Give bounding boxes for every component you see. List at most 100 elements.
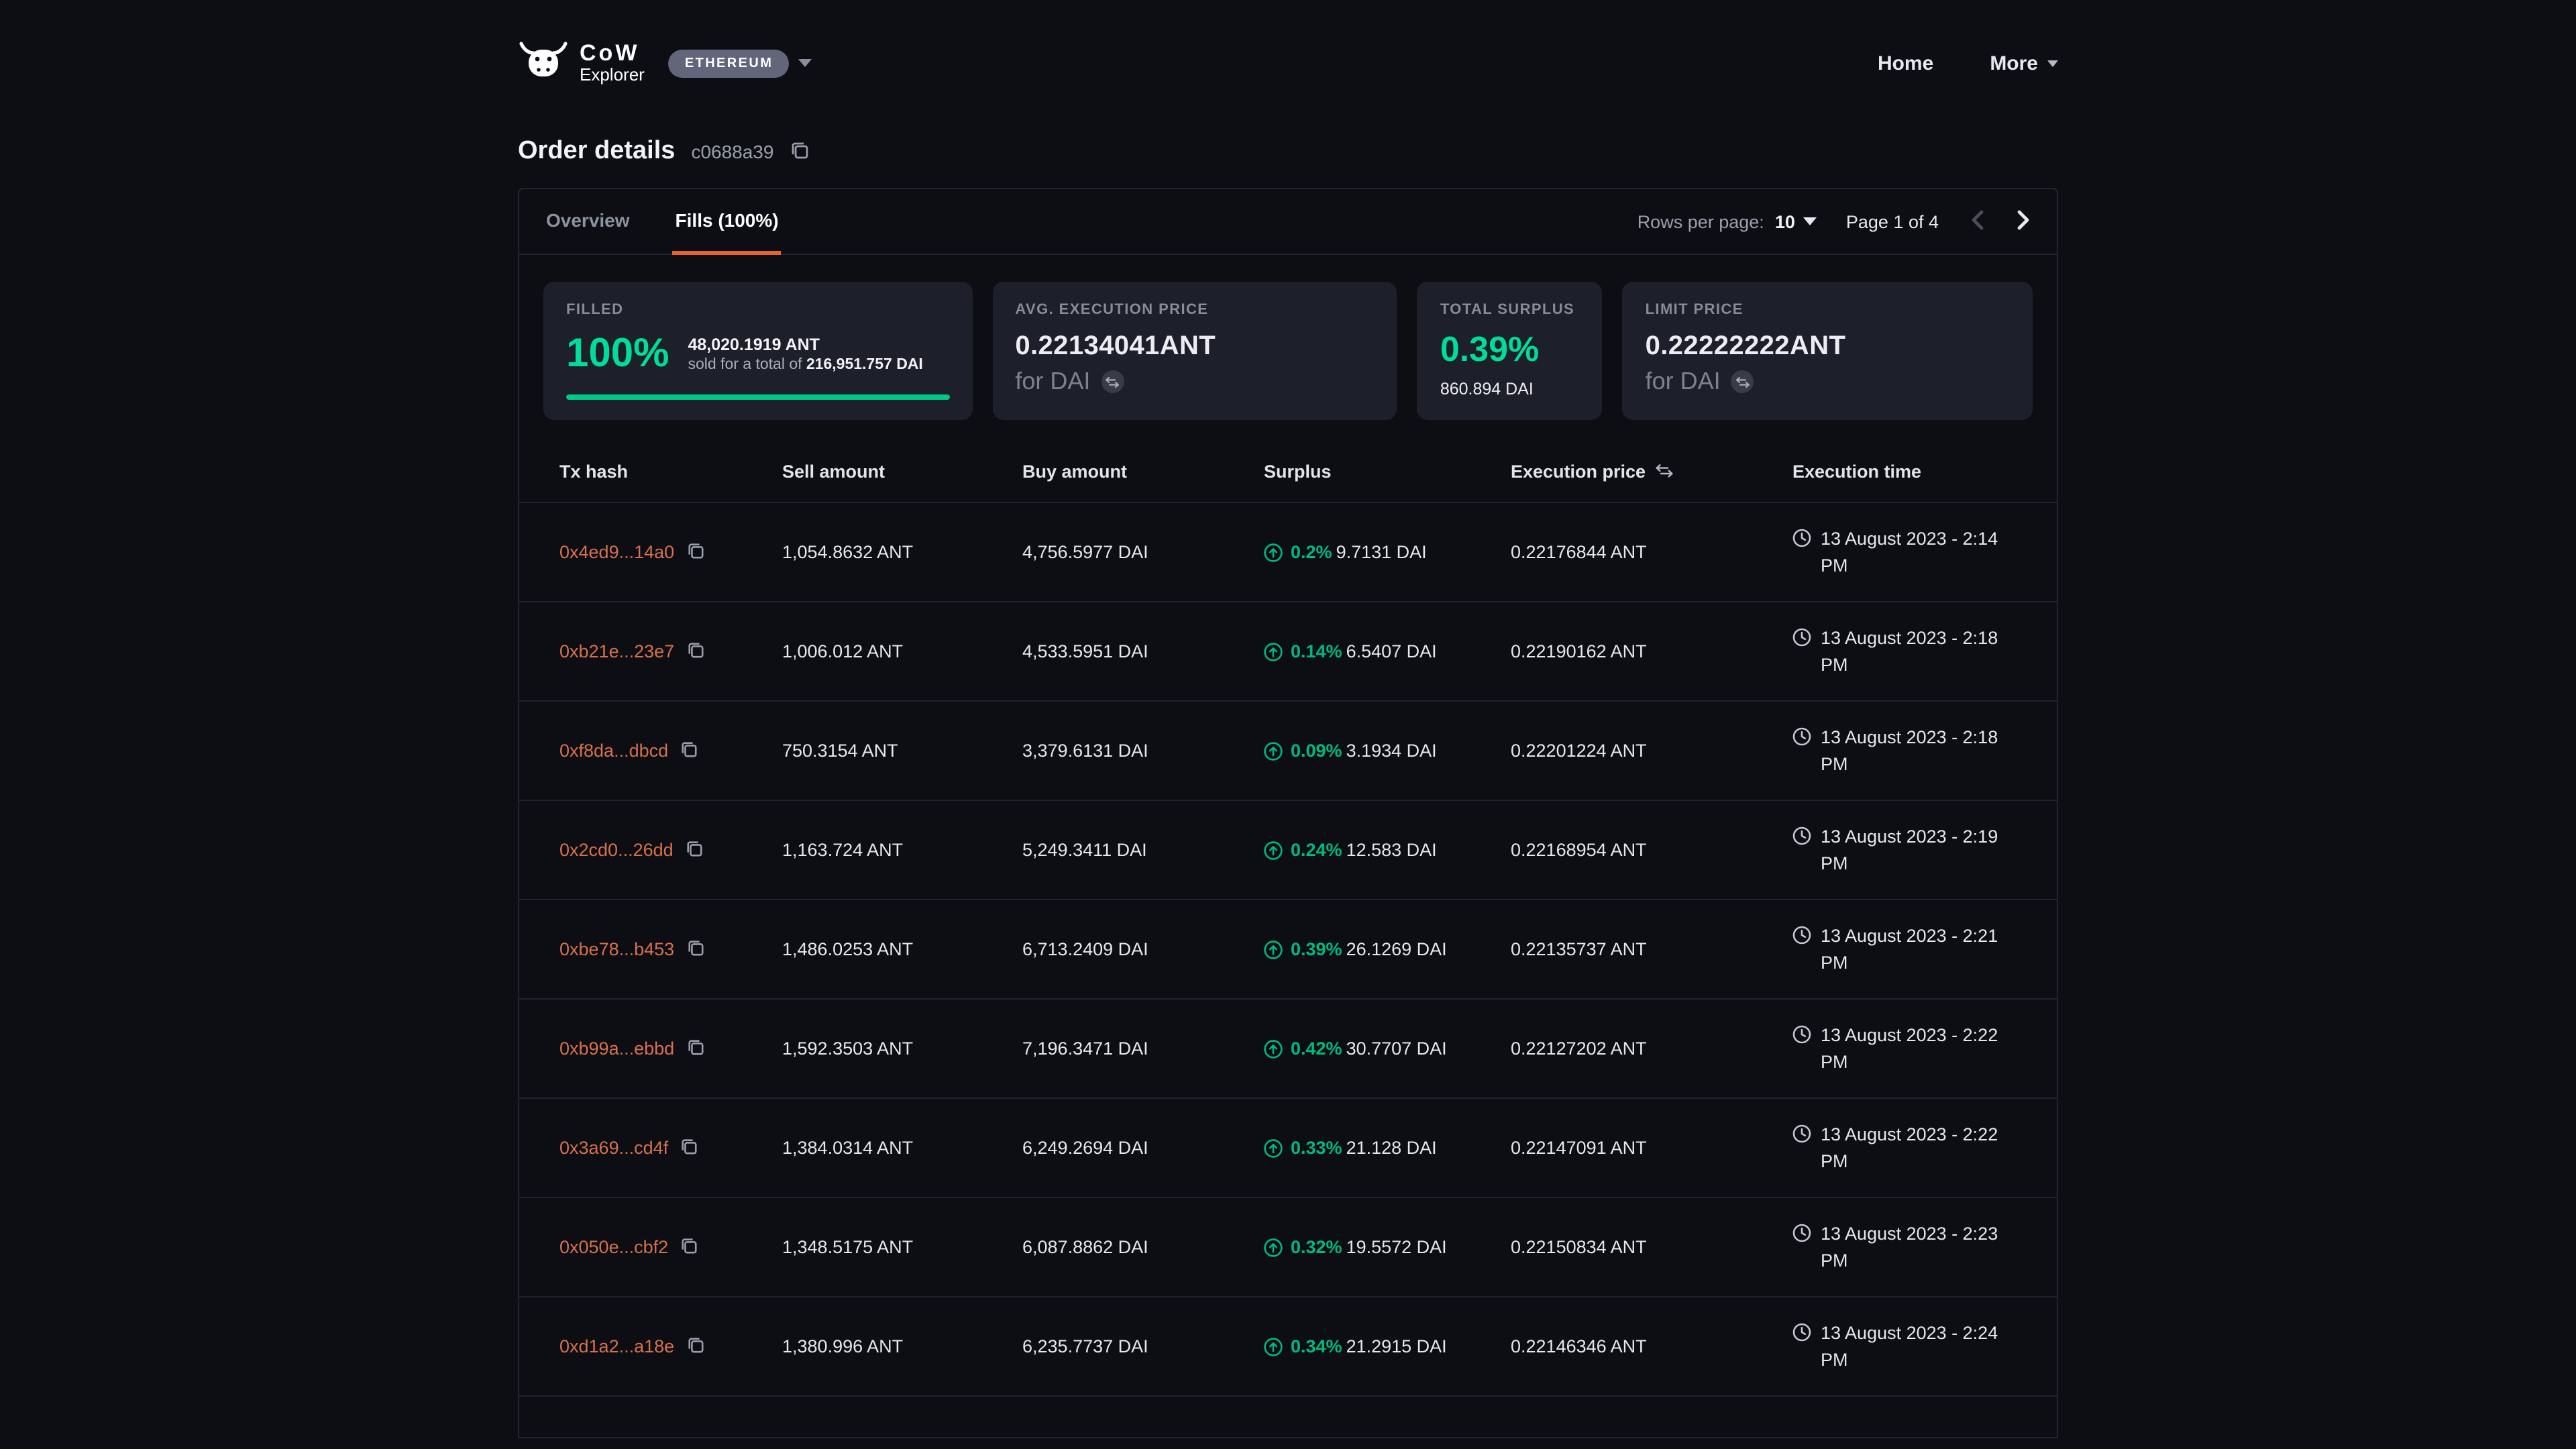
sell-amount: 750.3154 ANT xyxy=(782,741,1022,761)
chevron-left-icon xyxy=(1968,207,1987,235)
tx-hash-link[interactable]: 0x3a69...cd4f xyxy=(559,1138,668,1158)
execution-price: 0.22150834 ANT xyxy=(1511,1237,1792,1257)
surplus-percent: 0.42% xyxy=(1291,1038,1342,1059)
execution-time: 13 August 2023 - 2:14 PM xyxy=(1792,526,2035,578)
cow-explorer-logo[interactable]: CoW Explorer xyxy=(518,42,645,85)
tx-hash-link[interactable]: 0xd1a2...a18e xyxy=(559,1336,674,1356)
copy-tx-hash-button[interactable] xyxy=(686,839,703,861)
avg-execution-price-unit: for DAI xyxy=(1015,368,1374,396)
filled-amount: 48,020.1919 ANT xyxy=(688,335,922,354)
copy-order-id-button[interactable] xyxy=(790,140,808,163)
execution-time-text: 13 August 2023 - 2:18 PM xyxy=(1821,625,2022,678)
avg-execution-price-value: 0.22134041ANT xyxy=(1015,331,1374,362)
col-execution-price[interactable]: Execution price xyxy=(1511,462,1792,482)
copy-tx-hash-button[interactable] xyxy=(686,1336,704,1357)
copy-tx-hash-button[interactable] xyxy=(686,541,704,563)
clock-icon xyxy=(1792,1224,1811,1242)
tx-hash-link[interactable]: 0xbe78...b453 xyxy=(559,939,674,959)
table-row: 0x4ed9...14a0 1,054.8632 ANT 4,756.5977 … xyxy=(519,503,2057,602)
buy-amount: 7,196.3471 DAI xyxy=(1022,1038,1264,1059)
copy-tx-hash-button[interactable] xyxy=(680,1236,698,1258)
copy-tx-hash-button[interactable] xyxy=(680,1137,698,1159)
surplus-percent: 0.2% xyxy=(1291,542,1332,562)
execution-time-text: 13 August 2023 - 2:21 PM xyxy=(1821,923,2022,975)
copy-tx-hash-button[interactable] xyxy=(680,740,698,761)
sell-amount: 1,348.5175 ANT xyxy=(782,1237,1022,1257)
nav-more-label: More xyxy=(1990,52,2038,74)
tx-hash-link[interactable]: 0x050e...cbf2 xyxy=(559,1237,668,1257)
copy-icon xyxy=(686,1336,704,1357)
tab-overview[interactable]: Overview xyxy=(543,189,633,255)
total-surplus-amount: 860.894 DAI xyxy=(1440,380,1580,398)
invert-price-icon[interactable] xyxy=(1101,370,1124,393)
surplus-up-icon xyxy=(1264,1138,1283,1157)
tx-hash-link[interactable]: 0x4ed9...14a0 xyxy=(559,542,674,562)
table-row: 0xd1a2...a18e 1,380.996 ANT 6,235.7737 D… xyxy=(519,1297,2057,1397)
fills-table: Tx hash Sell amount Buy amount Surplus E… xyxy=(519,441,2057,1397)
table-row: 0x2cd0...26dd 1,163.724 ANT 5,249.3411 D… xyxy=(519,801,2057,900)
surplus-amount: 19.5572 DAI xyxy=(1346,1237,1447,1257)
filled-percent: 100% xyxy=(566,331,669,377)
clock-icon xyxy=(1792,727,1811,746)
tab-fills[interactable]: Fills (100%) xyxy=(673,189,782,255)
limit-price-label: LIMIT PRICE xyxy=(1646,302,2010,318)
tx-hash-link[interactable]: 0x2cd0...26dd xyxy=(559,840,674,860)
copy-icon xyxy=(686,541,704,563)
col-surplus: Surplus xyxy=(1264,462,1511,482)
nav-home[interactable]: Home xyxy=(1878,52,1933,74)
table-row: 0x3a69...cd4f 1,384.0314 ANT 6,249.2694 … xyxy=(519,1099,2057,1198)
tx-hash-link[interactable]: 0xb21e...23e7 xyxy=(559,641,674,661)
surplus-cell: 0.24% 12.583 DAI xyxy=(1264,840,1511,860)
surplus-amount: 9.7131 DAI xyxy=(1336,542,1427,562)
execution-time: 13 August 2023 - 2:19 PM xyxy=(1792,824,2035,876)
avg-execution-price-card: AVG. EXECUTION PRICE 0.22134041ANT for D… xyxy=(992,282,1397,420)
table-row: 0xbe78...b453 1,486.0253 ANT 6,713.2409 … xyxy=(519,900,2057,1000)
surplus-up-icon xyxy=(1264,1238,1283,1256)
surplus-cell: 0.42% 30.7707 DAI xyxy=(1264,1038,1511,1059)
rows-per-page-select[interactable]: 10 xyxy=(1775,211,1817,231)
execution-price: 0.22146346 ANT xyxy=(1511,1336,1792,1356)
rows-per-page: Rows per page: 10 xyxy=(1638,211,1817,231)
table-row: 0x050e...cbf2 1,348.5175 ANT 6,087.8862 … xyxy=(519,1198,2057,1297)
network-badge[interactable]: ETHEREUM xyxy=(669,49,789,77)
execution-time: 13 August 2023 - 2:18 PM xyxy=(1792,625,2035,678)
nav-more[interactable]: More xyxy=(1990,52,2058,74)
page-title: Order details xyxy=(518,137,675,166)
surplus-cell: 0.09% 3.1934 DAI xyxy=(1264,741,1511,761)
buy-amount: 4,756.5977 DAI xyxy=(1022,542,1264,562)
filled-label: FILLED xyxy=(566,302,949,318)
copy-tx-hash-button[interactable] xyxy=(686,1038,704,1059)
surplus-up-icon xyxy=(1264,1039,1283,1058)
copy-tx-hash-button[interactable] xyxy=(686,641,704,662)
surplus-amount: 26.1269 DAI xyxy=(1346,939,1447,959)
table-row: 0xb21e...23e7 1,006.012 ANT 4,533.5951 D… xyxy=(519,602,2057,702)
table-header: Tx hash Sell amount Buy amount Surplus E… xyxy=(519,441,2057,503)
next-page-button[interactable] xyxy=(2014,207,2033,235)
table-row: 0xf8da...dbcd 750.3154 ANT 3,379.6131 DA… xyxy=(519,702,2057,801)
col-tx-hash: Tx hash xyxy=(559,462,782,482)
previous-page-button[interactable] xyxy=(1968,207,1987,235)
fill-progress-bar xyxy=(566,394,949,400)
sort-swap-icon[interactable] xyxy=(1655,462,1672,482)
surplus-up-icon xyxy=(1264,940,1283,959)
copy-tx-hash-button[interactable] xyxy=(686,938,704,960)
summary-cards: FILLED 100% 48,020.1919 ANT sold for a t… xyxy=(519,255,2057,441)
buy-amount: 6,713.2409 DAI xyxy=(1022,939,1264,959)
network-selector[interactable]: ETHEREUM xyxy=(669,49,812,77)
invert-price-icon[interactable] xyxy=(1731,370,1754,393)
surplus-up-icon xyxy=(1264,1337,1283,1356)
execution-price: 0.22135737 ANT xyxy=(1511,939,1792,959)
page-indicator: Page 1 of 4 xyxy=(1846,211,1939,231)
execution-time: 13 August 2023 - 2:24 PM xyxy=(1792,1320,2035,1373)
buy-amount: 6,249.2694 DAI xyxy=(1022,1138,1264,1158)
filled-card: FILLED 100% 48,020.1919 ANT sold for a t… xyxy=(543,282,972,420)
sell-amount: 1,592.3503 ANT xyxy=(782,1038,1022,1059)
limit-price-value: 0.22222222ANT xyxy=(1646,331,2010,362)
tx-hash-link[interactable]: 0xf8da...dbcd xyxy=(559,741,668,761)
rows-per-page-label: Rows per page: xyxy=(1638,211,1764,231)
buy-amount: 5,249.3411 DAI xyxy=(1022,840,1264,860)
tab-bar: Overview Fills (100%) Rows per page: 10 … xyxy=(519,189,2057,255)
execution-time: 13 August 2023 - 2:18 PM xyxy=(1792,724,2035,777)
tx-hash-link[interactable]: 0xb99a...ebbd xyxy=(559,1038,674,1059)
chevron-down-icon xyxy=(2047,60,2058,66)
